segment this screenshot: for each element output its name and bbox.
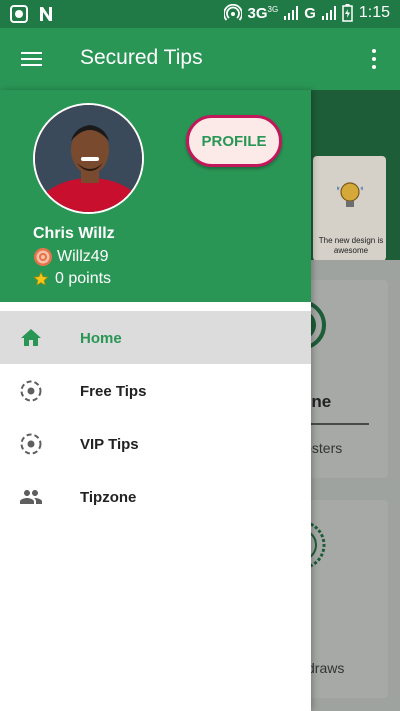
user-points: 0 points	[55, 270, 112, 287]
screen-record-icon	[10, 5, 28, 23]
nav-item-tipzone[interactable]: Tipzone	[0, 470, 311, 523]
nav-item-home[interactable]: Home	[0, 311, 311, 364]
nav-item-free-tips-label: Free Tips	[80, 383, 147, 400]
network-type: 3G	[247, 4, 268, 22]
carrier-letter: G	[304, 4, 316, 22]
user-points-row: 0 points	[33, 270, 111, 288]
nav-item-vip-tips-label: VIP Tips	[80, 436, 139, 453]
star-icon	[33, 271, 49, 286]
hamburger-menu-icon[interactable]	[16, 47, 48, 71]
nav-item-home-label: Home	[80, 330, 122, 347]
avatar[interactable]	[33, 103, 144, 214]
profile-button[interactable]: PROFILE	[186, 115, 282, 167]
network-superscript: 3G	[267, 4, 279, 14]
clock: 1:15	[358, 4, 390, 21]
notification-n-icon	[40, 7, 52, 21]
background-card-2-subtitle: draws	[307, 660, 345, 676]
target-icon	[20, 433, 42, 455]
app-title: Secured Tips	[80, 46, 203, 69]
background-card-1: one ipsters	[301, 280, 388, 478]
user-handle-row: Willz49	[33, 247, 109, 267]
signal-icon-2	[321, 6, 336, 20]
nav-item-free-tips[interactable]: Free Tips	[0, 364, 311, 417]
nav-item-tipzone-label: Tipzone	[80, 489, 137, 506]
background-lower: one ipsters p draws	[301, 260, 400, 711]
lightbulb-icon	[337, 182, 363, 207]
nav-item-vip-tips[interactable]: VIP Tips	[0, 417, 311, 470]
background-content: The new design is awesome one ipsters p …	[301, 90, 400, 711]
user-handle: Willz49	[57, 248, 109, 265]
background-card-2: p draws	[301, 500, 388, 698]
target-icon	[20, 380, 42, 402]
status-bar: 3G 3G G 1:15	[0, 0, 400, 28]
app-bar: Secured Tips	[0, 28, 400, 90]
drawer-nav-list: Home Free Tips VIP Tips Tipzone	[0, 311, 311, 523]
background-card-1-divider	[301, 423, 369, 425]
more-vertical-icon[interactable]	[362, 44, 386, 74]
battery-charging-icon	[342, 4, 353, 22]
signal-icon	[284, 6, 299, 20]
navigation-drawer: PROFILE Chris Willz Willz49 0 points Hom…	[0, 90, 311, 711]
people-icon	[20, 490, 42, 504]
user-name: Chris Willz	[33, 225, 115, 242]
drawer-header: PROFILE Chris Willz Willz49 0 points	[0, 90, 311, 302]
at-sign-icon	[34, 248, 52, 266]
background-header: The new design is awesome	[311, 90, 400, 261]
background-tile-text: The new design is awesome	[318, 236, 384, 255]
hotspot-icon	[223, 4, 242, 21]
avatar-image	[35, 105, 142, 212]
background-tile: The new design is awesome	[313, 156, 386, 261]
home-icon	[21, 329, 41, 346]
